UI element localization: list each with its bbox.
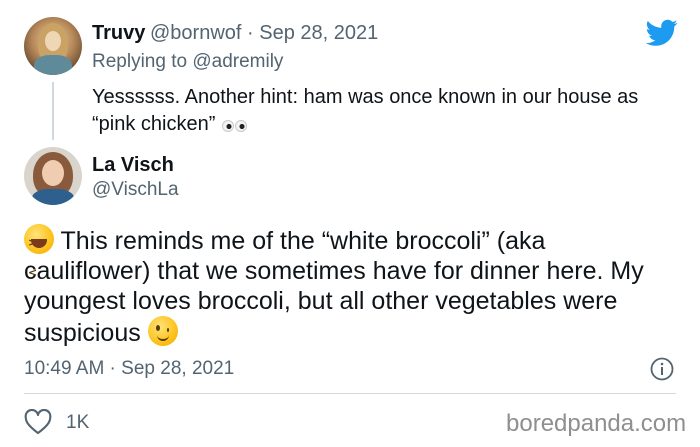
author-handle-date[interactable]: @bornwof · Sep 28, 2021 bbox=[150, 22, 378, 45]
avatar-la-visch[interactable] bbox=[24, 147, 82, 205]
reply-tweet-text: Yessssss. Another hint: ham was once kno… bbox=[92, 84, 682, 138]
divider bbox=[24, 393, 676, 394]
main-tweet-text: This reminds me of the “white broccoli” … bbox=[24, 224, 664, 348]
laughing-face-icon bbox=[24, 224, 54, 288]
mention-link[interactable]: @adremily bbox=[192, 51, 283, 72]
replying-prefix: Replying to bbox=[92, 51, 188, 72]
watermark: boredpanda.com bbox=[506, 410, 687, 437]
info-icon[interactable] bbox=[650, 357, 674, 381]
twitter-bird-icon[interactable] bbox=[646, 19, 678, 47]
tweet-text: This reminds me of the “white broccoli” … bbox=[24, 227, 644, 347]
eyes-icon bbox=[221, 118, 247, 132]
winking-face-icon bbox=[147, 316, 178, 346]
author-name[interactable]: Truvy bbox=[92, 22, 145, 45]
thread-line bbox=[52, 82, 54, 140]
author-name[interactable]: La Visch bbox=[92, 154, 174, 177]
author-handle[interactable]: @VischLa bbox=[92, 179, 179, 201]
like-count: 1K bbox=[66, 412, 90, 433]
reply-text: Yessssss. Another hint: ham was once kno… bbox=[92, 86, 639, 135]
avatar-truvy[interactable] bbox=[24, 17, 82, 75]
tweet-timestamp[interactable]: 10:49 AM · Sep 28, 2021 bbox=[24, 358, 234, 380]
replying-to: Replying to @adremily bbox=[92, 51, 283, 73]
heart-icon[interactable] bbox=[24, 409, 52, 435]
